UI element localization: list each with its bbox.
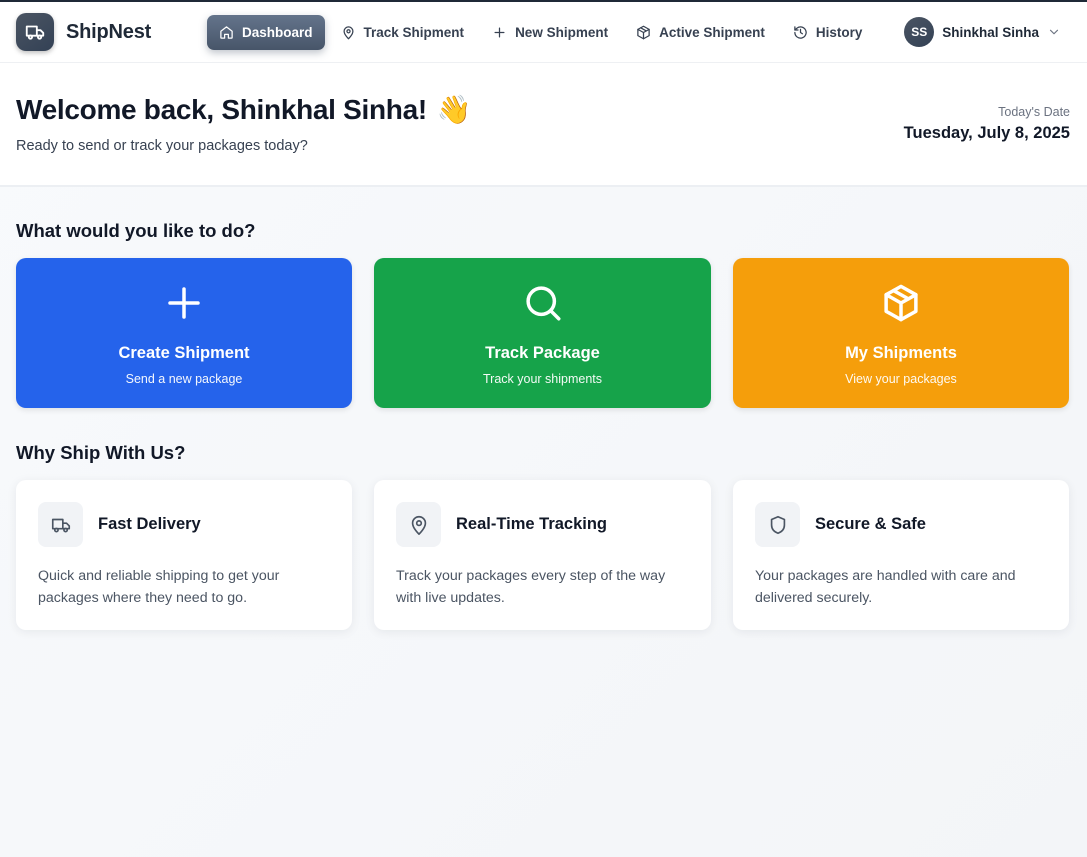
date-label: Today's Date — [998, 105, 1070, 119]
user-menu[interactable]: SS Shinkhal Sinha — [904, 17, 1061, 47]
user-name: Shinkhal Sinha — [942, 24, 1039, 40]
feature-title: Fast Delivery — [98, 515, 201, 533]
action-subtitle: View your packages — [845, 372, 957, 386]
plus-icon — [494, 27, 505, 37]
nav-item-label: Track Shipment — [363, 24, 465, 40]
map-pin-icon — [343, 25, 354, 39]
welcome-title: Welcome back, Shinkhal Sinha! 👋 — [16, 93, 472, 126]
package-icon — [884, 284, 918, 322]
track-package-card[interactable]: Track Package Track your shipments — [374, 258, 711, 408]
nav-item-label: History — [815, 24, 863, 40]
search-icon — [525, 286, 560, 321]
feature-card-fast-delivery: Fast Delivery Quick and reliable shippin… — [16, 480, 352, 630]
brand[interactable]: ShipNest — [16, 13, 207, 51]
plus-icon — [168, 287, 200, 319]
nav-item-label: New Shipment — [515, 24, 609, 40]
action-title: Create Shipment — [118, 344, 250, 362]
truck-logo-icon — [16, 13, 54, 51]
nav-item-history[interactable]: History — [781, 15, 875, 50]
history-icon — [794, 25, 807, 39]
welcome-banner: Welcome back, Shinkhal Sinha! 👋 Ready to… — [0, 63, 1087, 187]
feature-description: Quick and reliable shipping to get your … — [38, 568, 280, 606]
home-icon — [220, 25, 233, 39]
action-subtitle: Send a new package — [125, 372, 243, 386]
brand-name: ShipNest — [66, 20, 152, 43]
action-title: My Shipments — [845, 344, 957, 362]
date-value: Tuesday, July 8, 2025 — [903, 124, 1070, 142]
feature-description: Track your packages every step of the wa… — [396, 568, 666, 606]
nav-item-track-shipment[interactable]: Track Shipment — [329, 15, 477, 50]
feature-title: Real-Time Tracking — [456, 515, 608, 533]
nav-item-label: Active Shipment — [659, 24, 765, 40]
nav-item-active-shipment[interactable]: Active Shipment — [624, 15, 777, 50]
waving-hand-icon: 👋 — [436, 94, 472, 125]
feature-card-real-time-tracking: Real-Time Tracking Track your packages e… — [374, 480, 711, 630]
navbar: ShipNest Dashboard Track Shipment New Sh… — [0, 2, 1087, 63]
avatar: SS — [904, 17, 935, 47]
features-heading: Why Ship With Us? — [16, 442, 186, 463]
nav-item-new-shipment[interactable]: New Shipment — [480, 15, 620, 50]
create-shipment-card[interactable]: Create Shipment Send a new package — [16, 258, 352, 408]
welcome-title-text: Welcome back, Shinkhal Sinha! — [16, 93, 427, 125]
features-list: Fast Delivery Quick and reliable shippin… — [16, 480, 1069, 630]
chevron-down-icon — [1049, 29, 1059, 35]
feature-description: Your packages are handled with care and … — [755, 568, 1016, 606]
quick-actions: Create Shipment Send a new package Track… — [16, 258, 1069, 408]
actions-heading: What would you like to do? — [16, 220, 256, 241]
feature-card-secure-safe: Secure & Safe Your packages are handled … — [733, 480, 1069, 630]
nav-item-label: Dashboard — [242, 24, 313, 40]
my-shipments-card[interactable]: My Shipments View your packages — [733, 258, 1069, 408]
action-title: Track Package — [485, 344, 600, 362]
date-box: Today's Date Tuesday, July 8, 2025 — [904, 93, 1070, 185]
nav-item-dashboard[interactable]: Dashboard — [207, 14, 325, 50]
feature-title: Secure & Safe — [815, 515, 926, 533]
action-subtitle: Track your shipments — [482, 372, 603, 386]
welcome-subtitle: Ready to send or track your packages tod… — [16, 138, 308, 154]
main-nav: Dashboard Track Shipment New Shipment Ac… — [207, 14, 875, 50]
truck-icon — [38, 502, 83, 547]
map-pin-icon — [396, 502, 441, 547]
package-icon — [637, 25, 650, 39]
shield-icon — [755, 502, 800, 547]
